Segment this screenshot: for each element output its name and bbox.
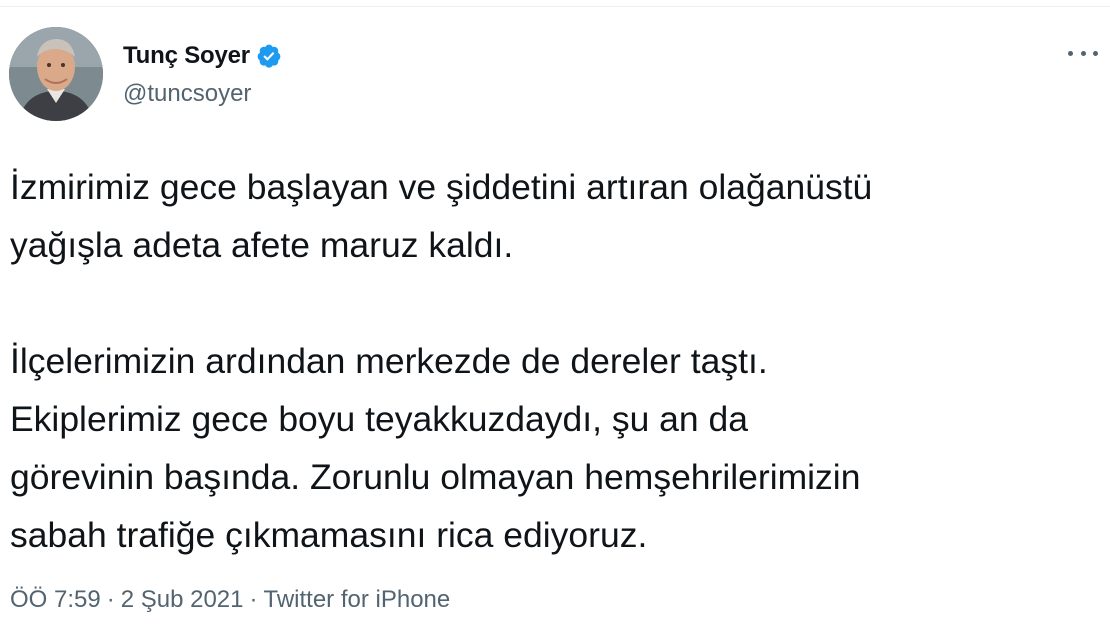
tweet-line: yağışla adeta afete maruz kaldı.	[10, 225, 514, 265]
avatar[interactable]	[9, 27, 103, 121]
author-name-row[interactable]: Tunç Soyer	[123, 41, 282, 71]
tweet-meta: ÖÖ 7:59 · 2 Şub 2021 · Twitter for iPhone	[10, 586, 450, 614]
tweet-line: sabah trafiğe çıkmamasını rica ediyoruz.	[10, 515, 648, 555]
author-handle[interactable]: @tuncsoyer	[123, 80, 251, 108]
more-dot	[1080, 50, 1086, 56]
tweet-card: Tunç Soyer @tuncsoyer İzmirimiz gece baş…	[0, 0, 1110, 625]
more-dot	[1093, 50, 1098, 56]
avatar-photo	[9, 27, 103, 121]
tweet-date[interactable]: 2 Şub 2021	[121, 586, 244, 613]
tweet-line: İlçelerimizin ardından merkezde de derel…	[10, 341, 768, 381]
more-options-icon[interactable]	[1068, 43, 1098, 63]
tweet-line: İzmirimiz gece başlayan ve şiddetini art…	[10, 167, 873, 207]
tweet-time[interactable]: ÖÖ 7:59	[10, 586, 101, 613]
verified-badge-icon	[257, 44, 281, 68]
tweet-line: görevinin başında. Zorunlu olmayan hemşe…	[10, 457, 861, 497]
tweet-line: Ekiplerimiz gece boyu teyakkuzdaydı, şu …	[10, 399, 749, 439]
meta-separator: ·	[106, 586, 115, 613]
more-dot	[1068, 50, 1073, 56]
tweet-paragraph: İzmirimiz gece başlayan ve şiddetini art…	[10, 158, 1095, 274]
tweet-paragraph: İlçelerimizin ardından merkezde de derel…	[10, 332, 1095, 564]
tweet-source[interactable]: Twitter for iPhone	[264, 586, 451, 613]
author-name[interactable]: Tunç Soyer	[123, 42, 250, 70]
tweet-text: İzmirimiz gece başlayan ve şiddetini art…	[10, 158, 1095, 564]
meta-separator: ·	[249, 586, 258, 613]
